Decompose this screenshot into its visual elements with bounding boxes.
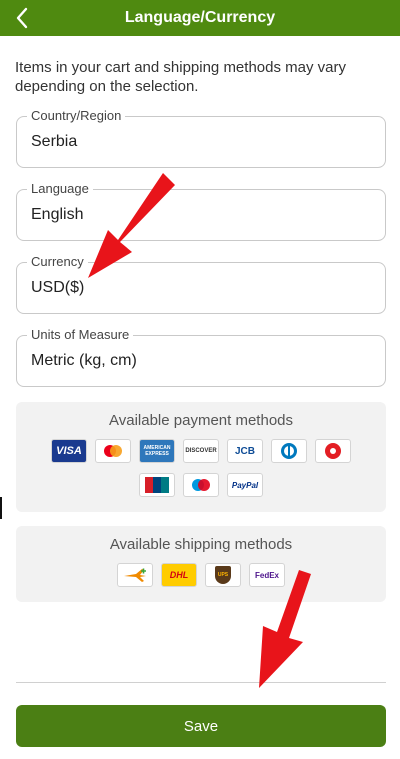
maestro-icon (183, 473, 219, 497)
currency-field[interactable]: Currency USD($) (16, 254, 386, 314)
app-header: Language/Currency (0, 0, 400, 36)
paypal-icon-text: PayPal (231, 480, 259, 490)
shipping-methods-title: Available shipping methods (109, 536, 293, 553)
unionpay-icon (139, 473, 175, 497)
save-button[interactable]: Save (16, 705, 386, 747)
paypal-icon: PayPal (227, 473, 263, 497)
ups-icon-text: UPS (217, 572, 229, 578)
pagoefectivo-icon (315, 439, 351, 463)
units-of-measure-field[interactable]: Units of Measure Metric (kg, cm) (16, 327, 386, 387)
chevron-left-icon (16, 7, 28, 29)
payment-methods-panel: Available payment methods VISA AMERICAN … (16, 402, 386, 512)
country-region-field[interactable]: Country/Region Serbia (16, 108, 386, 168)
amex-icon-text: AMERICAN EXPRESS (143, 445, 171, 457)
fedex-icon: FedEx (249, 563, 285, 587)
currency-label: Currency (27, 254, 88, 269)
payment-methods-title: Available payment methods (109, 412, 293, 429)
maestro-logo (192, 479, 210, 491)
selection-notice: Items in your cart and shipping methods … (15, 59, 346, 95)
language-label: Language (27, 181, 93, 196)
dhl-icon: DHL (161, 563, 197, 587)
mastercard-icon (95, 439, 131, 463)
jcb-icon: JCB (227, 439, 263, 463)
diners-club-logo (281, 443, 297, 459)
shipping-methods-panel: Available shipping methods DHL UPS FedEx (16, 526, 386, 602)
currency-value: USD($) (31, 279, 85, 296)
visa-icon: VISA (51, 439, 87, 463)
visa-icon-text: VISA (56, 445, 82, 457)
payment-icons-row-2: PayPal (16, 473, 386, 497)
discover-icon: DISCOVER (183, 439, 219, 463)
jcb-icon-text: JCB (234, 445, 255, 457)
back-button[interactable] (8, 4, 36, 32)
airmail-icon (117, 563, 153, 587)
diners-club-icon (271, 439, 307, 463)
edge-mark (0, 497, 2, 519)
ups-icon: UPS (205, 563, 241, 587)
discover-icon-text: DISCOVER (185, 448, 217, 454)
amex-icon: AMERICAN EXPRESS (139, 439, 175, 463)
fedex-icon-text: FedEx (254, 570, 279, 580)
bottom-divider (16, 682, 386, 683)
ups-shield-icon: UPS (215, 566, 231, 584)
units-of-measure-label: Units of Measure (27, 327, 134, 342)
page-title: Language/Currency (124, 9, 276, 26)
unionpay-logo (145, 477, 169, 493)
language-value: English (31, 206, 84, 223)
plane-icon (124, 568, 146, 582)
language-field[interactable]: Language English (16, 181, 386, 241)
payment-icons-row-1: VISA AMERICAN EXPRESS DISCOVER JCB (16, 439, 386, 463)
pagoefectivo-logo (325, 443, 341, 459)
dhl-icon-text: DHL (169, 570, 189, 580)
country-region-value: Serbia (31, 133, 78, 150)
units-of-measure-value: Metric (kg, cm) (31, 352, 137, 369)
country-region-label: Country/Region (27, 108, 126, 123)
shipping-icons-row: DHL UPS FedEx (16, 563, 386, 587)
mastercard-logo (104, 445, 122, 457)
